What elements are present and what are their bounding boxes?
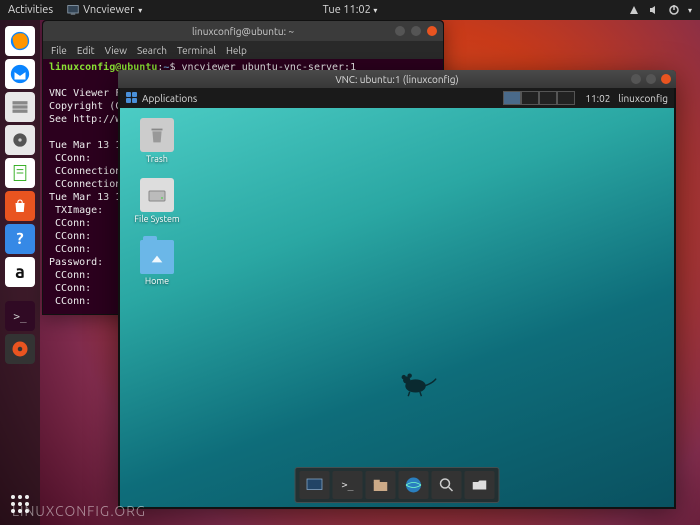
dock-app-writer[interactable]: [5, 158, 35, 188]
power-icon: [668, 4, 680, 16]
xfce-mouse-logo: [395, 368, 439, 398]
xf-dock-appfinder[interactable]: [432, 471, 462, 499]
globe-icon: [404, 475, 424, 495]
folder-icon: [372, 477, 390, 493]
vnc-remote-desktop[interactable]: Applications 11:02 linuxconfig Trash: [120, 88, 674, 507]
xf-dock-show-desktop[interactable]: [300, 471, 330, 499]
xfce-clock[interactable]: 11:02: [585, 93, 610, 104]
shopping-bag-icon: [11, 197, 29, 215]
terminal-icon: >_: [341, 480, 353, 491]
files-icon: [10, 97, 30, 117]
dock-app-firefox[interactable]: [5, 26, 35, 56]
close-button[interactable]: [661, 74, 671, 84]
apps-grid-icon: [126, 92, 138, 104]
volume-icon: [648, 4, 660, 16]
chevron-down-icon: ▾: [138, 6, 142, 15]
icon-label: File System: [134, 214, 179, 224]
folder-open-icon: [471, 477, 489, 493]
desktop-icon-trash[interactable]: Trash: [130, 118, 184, 164]
folder-icon: [140, 240, 174, 274]
dock-app-settings[interactable]: [5, 334, 35, 364]
menu-edit[interactable]: Edit: [77, 45, 95, 56]
xfce-top-panel: Applications 11:02 linuxconfig: [120, 88, 674, 108]
menu-terminal[interactable]: Terminal: [177, 45, 216, 56]
vncviewer-icon: [67, 4, 79, 16]
icon-label: Trash: [146, 154, 168, 164]
activities-button[interactable]: Activities: [8, 4, 53, 16]
terminal-icon: >_: [13, 310, 26, 323]
dock-app-help[interactable]: ?: [5, 224, 35, 254]
close-button[interactable]: [427, 26, 437, 36]
dock-app-thunderbird[interactable]: [5, 59, 35, 89]
menu-file[interactable]: File: [51, 45, 67, 56]
maximize-button[interactable]: [646, 74, 656, 84]
topbar-system-menu[interactable]: ▾: [628, 4, 692, 16]
menu-help[interactable]: Help: [226, 45, 247, 56]
xfce-applications-menu[interactable]: Applications: [126, 92, 197, 104]
desktop-icon: [306, 477, 324, 493]
chevron-down-icon: ▾: [688, 6, 692, 15]
trash-icon: [140, 118, 174, 152]
xf-dock-terminal[interactable]: >_: [333, 471, 363, 499]
xfce-user-button[interactable]: linuxconfig: [618, 93, 668, 104]
topbar-clock[interactable]: Tue 11:02 ▾: [323, 4, 378, 16]
dock-app-amazon[interactable]: a: [5, 257, 35, 287]
xf-dock-browser[interactable]: [399, 471, 429, 499]
dock-app-files[interactable]: [5, 92, 35, 122]
dock-app-rhythmbox[interactable]: [5, 125, 35, 155]
maximize-button[interactable]: [411, 26, 421, 36]
xf-dock-filemanager[interactable]: [366, 471, 396, 499]
vnc-titlebar[interactable]: VNC: ubuntu:1 (linuxconfig): [118, 70, 676, 88]
menu-search[interactable]: Search: [137, 45, 167, 56]
icon-label: Home: [145, 276, 169, 286]
workspace-1[interactable]: [503, 91, 521, 105]
xfce-desktop[interactable]: Trash File System Home: [120, 108, 674, 507]
watermark: LINUXCONFIG.ORG: [12, 503, 146, 519]
terminal-title: linuxconfig@ubuntu: ~: [192, 26, 294, 37]
workspace-switcher[interactable]: [503, 91, 575, 105]
terminal-menubar: File Edit View Search Terminal Help: [43, 41, 443, 59]
network-icon: [628, 4, 640, 16]
help-icon: ?: [16, 230, 23, 248]
dock-app-software[interactable]: [5, 191, 35, 221]
ubuntu-dock: ? a >_: [0, 20, 40, 525]
music-icon: [10, 130, 30, 150]
vnc-window: VNC: ubuntu:1 (linuxconfig) Applications: [118, 70, 676, 509]
gear-icon: [11, 340, 29, 358]
topbar-app-menu[interactable]: Vncviewer ▾: [67, 4, 142, 16]
workspace-2[interactable]: [521, 91, 539, 105]
xfce-bottom-dock: >_: [295, 467, 500, 503]
menu-view[interactable]: View: [105, 45, 127, 56]
amazon-icon: a: [15, 262, 25, 282]
applications-label: Applications: [142, 93, 197, 104]
gnome-top-bar: Activities Vncviewer ▾ Tue 11:02 ▾ ▾: [0, 0, 700, 20]
vnc-title: VNC: ubuntu:1 (linuxconfig): [335, 74, 458, 85]
desktop-icon-filesystem[interactable]: File System: [130, 178, 184, 224]
firefox-icon: [9, 30, 31, 52]
topbar-app-name: Vncviewer: [83, 4, 134, 16]
drive-icon: [140, 178, 174, 212]
document-icon: [10, 163, 30, 183]
xf-dock-directory[interactable]: [465, 471, 495, 499]
minimize-button[interactable]: [631, 74, 641, 84]
terminal-titlebar[interactable]: linuxconfig@ubuntu: ~: [43, 21, 443, 41]
minimize-button[interactable]: [395, 26, 405, 36]
search-icon: [438, 476, 456, 494]
workspace-3[interactable]: [539, 91, 557, 105]
dock-app-terminal[interactable]: >_: [5, 301, 35, 331]
workspace-4[interactable]: [557, 91, 575, 105]
desktop-icon-home[interactable]: Home: [130, 240, 184, 286]
thunderbird-icon: [9, 63, 31, 85]
